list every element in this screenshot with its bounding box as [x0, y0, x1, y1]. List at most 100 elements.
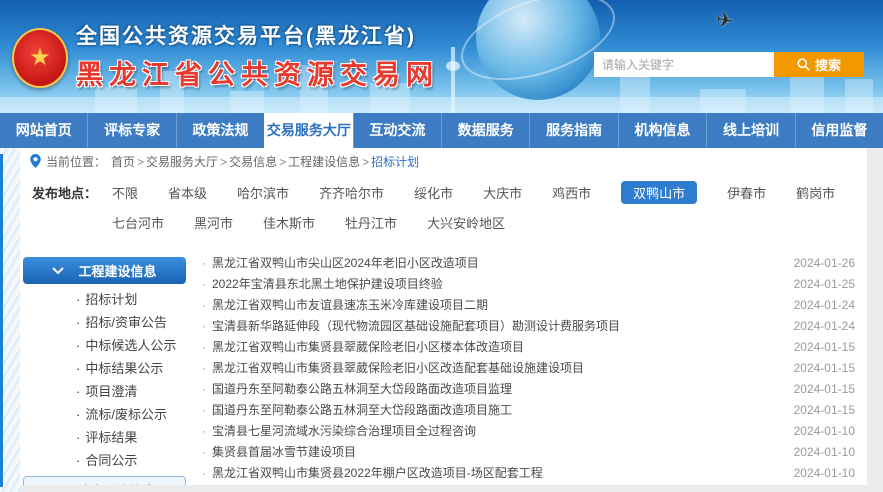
search-input[interactable] — [594, 52, 774, 77]
list-item: ·集贤县首届冰雪节建设项目2024-01-10 — [200, 441, 855, 462]
sidebar-section-construction[interactable]: 工程建设信息 — [23, 257, 186, 284]
breadcrumb-item[interactable]: 工程建设信息 — [288, 155, 360, 169]
nav-item[interactable]: 机构信息 — [618, 113, 706, 148]
nav-item[interactable]: 数据服务 — [441, 113, 529, 148]
list-item-title[interactable]: 黑龙江省双鸭山市集贤县2022年棚户区改造项目-场区配套工程 — [212, 464, 782, 481]
airplane-icon: ✈ — [714, 7, 735, 35]
left-margin-texture — [0, 148, 20, 492]
body-area: 当前位置： 首页>交易服务大厅>交易信息>工程建设信息>招标计划 发布地点： 不… — [0, 148, 883, 492]
sidebar-item[interactable]: ·招标/资审公告 — [76, 315, 196, 330]
sidebar-item-label: 合同公示 — [85, 453, 137, 468]
sidebar: 工程建设信息 ·招标计划 ·招标/资审公告 ·中标候选人公示 ·中标结果公示 · 项目澄清… — [20, 249, 196, 485]
breadcrumb-item[interactable]: 交易信息 — [229, 155, 277, 169]
filter-option[interactable]: 黑河市 — [194, 211, 233, 234]
list-item: ·2024年友谊县财政补助高标准农田建设项目（新建）施工2024-01-09 — [200, 483, 855, 485]
filter-option[interactable]: 省本级 — [168, 181, 207, 204]
list-item-title[interactable]: 国道丹东至阿勒泰公路五林洞至大岱段路面改造项目监理 — [212, 380, 782, 397]
list-item-title[interactable]: 集贤县首届冰雪节建设项目 — [212, 443, 782, 460]
sidebar-item[interactable]: ·中标候选人公示 — [76, 338, 196, 353]
chevron-right-icon: > — [54, 483, 62, 486]
nav-item[interactable]: 互动交流 — [353, 113, 441, 148]
filter-option[interactable]: 哈尔滨市 — [237, 181, 289, 204]
list-item: ·黑龙江省双鸭山市集贤县2022年棚户区改造项目-场区配套工程2024-01-1… — [200, 462, 855, 483]
bullet-icon: · — [76, 384, 80, 399]
bullet-icon: · — [202, 256, 206, 270]
filter-option[interactable]: 绥化市 — [414, 181, 453, 204]
nav-item[interactable]: 网站首页 — [0, 113, 87, 148]
bullet-icon: · — [202, 382, 206, 396]
filter-option[interactable]: 大兴安岭地区 — [427, 211, 505, 234]
list-item-date: 2024-01-25 — [794, 277, 855, 291]
list-item: · 国道丹东至阿勒泰公路五林洞至大岱段路面改造项目监理 2024-01-15 — [200, 378, 855, 399]
list-item-title[interactable]: 黑龙江省双鸭山市集贤县翠葳保险老旧小区改造配套基础设施建设项目 — [212, 359, 782, 376]
search-icon — [797, 58, 810, 71]
list-item-date: 2024-01-15 — [794, 382, 855, 396]
sidebar-item-list: ·招标计划 ·招标/资审公告 ·中标候选人公示 ·中标结果公示 · 项目澄清 ·流标/废标公… — [20, 292, 196, 468]
list-item-title[interactable]: 宝清县七星河流域水污染综合治理项目全过程咨询 — [212, 422, 782, 439]
filter-option[interactable]: 齐齐哈尔市 — [319, 181, 384, 204]
nav-item[interactable]: 交易服务大厅 — [264, 113, 352, 148]
bullet-icon: · — [202, 445, 206, 459]
list-item: ·宝清县新华路延伸段（现代物流园区基础设施配套项目）勘测设计费服务项目2024-… — [200, 315, 855, 336]
sidebar-item[interactable]: ·流标/废标公示 — [76, 407, 196, 422]
list-item-title[interactable]: 宝清县新华路延伸段（现代物流园区基础设施配套项目）勘测设计费服务项目 — [212, 317, 782, 334]
search-bar: 搜索 — [594, 52, 864, 77]
breadcrumb-separator: > — [362, 155, 369, 169]
search-button[interactable]: 搜索 — [774, 52, 864, 77]
filter-option[interactable]: 双鸭山市 — [621, 181, 697, 204]
list-item-title[interactable]: 黑龙江省双鸭山市友谊县速冻玉米冷库建设项目二期 — [212, 296, 782, 313]
filter-label: 发布地点： — [32, 181, 112, 241]
list-item-title[interactable]: 黑龙江省双鸭山市尖山区2024年老旧小区改造项目 — [212, 254, 782, 271]
bullet-icon: · — [202, 361, 206, 375]
filter-option[interactable]: 七台河市 — [112, 211, 164, 234]
breadcrumb-item[interactable]: 招标计划 — [371, 155, 419, 169]
list-item: ·黑龙江省双鸭山市尖山区2024年老旧小区改造项目2024-01-26 — [200, 252, 855, 273]
sidebar-item[interactable]: · 项目澄清 — [76, 384, 196, 399]
breadcrumb-separator: > — [279, 155, 286, 169]
sidebar-item[interactable]: ·中标结果公示 — [76, 361, 196, 376]
bullet-icon: · — [76, 315, 80, 330]
globe-graphic — [476, 0, 600, 100]
list-item-title[interactable]: 2022年宝清县东北黑土地保护建设项目终验 — [212, 275, 782, 292]
filter-row-2: 七台河市 黑河市 佳木斯市 牡丹江市 大兴安岭地区 — [112, 211, 867, 234]
sidebar-item[interactable]: ·合同公示 — [76, 453, 196, 468]
bullet-icon: · — [76, 430, 80, 445]
breadcrumb-item[interactable]: 首页 — [111, 155, 135, 169]
nav-item[interactable]: 评标专家 — [87, 113, 175, 148]
filter-option[interactable]: 鹤岗市 — [796, 181, 835, 204]
filter-options: 不限 省本级 哈尔滨市 齐齐哈尔市 绥化市 大庆市 鸡西市 双鸭山市 伊春市 鹤岗市 七台河市 黑河… — [112, 181, 867, 241]
breadcrumb-item[interactable]: 交易服务大厅 — [146, 155, 218, 169]
list-item: · 黑龙江省双鸭山市集贤县翠葳保险老旧小区改造配套基础设施建设项目 2024-01-… — [200, 357, 855, 378]
left-blue-stripe — [0, 154, 3, 487]
sidebar-item[interactable]: ·评标结果 — [76, 430, 196, 445]
header-banner: ✈ ★ 全国公共资源交易平台(黑龙江省) 黑龙江省公共资源交易网 搜索 — [0, 0, 883, 113]
filter-option[interactable]: 鸡西市 — [552, 181, 591, 204]
breadcrumb-trail: 首页>交易服务大厅>交易信息>工程建设信息>招标计划 — [111, 153, 419, 170]
filter-option[interactable]: 牡丹江市 — [345, 211, 397, 234]
filter-option[interactable]: 大庆市 — [483, 181, 522, 204]
sidebar-section-title: 政府采购信息 — [77, 481, 155, 486]
national-emblem-icon: ★ — [12, 28, 68, 88]
sidebar-item-label: 项目澄清 — [85, 384, 137, 399]
nav-item[interactable]: 服务指南 — [529, 113, 617, 148]
sidebar-item[interactable]: ·招标计划 — [76, 292, 196, 307]
breadcrumb-separator: > — [137, 155, 144, 169]
list-item: ·宝清县七星河流域水污染综合治理项目全过程咨询2024-01-10 — [200, 420, 855, 441]
filter-option[interactable]: 伊春市 — [727, 181, 766, 204]
list-item-date: 2024-01-15 — [794, 361, 855, 375]
list-item-title[interactable]: 黑龙江省双鸭山市集贤县翠葳保险老旧小区楼本体改造项目 — [212, 338, 782, 355]
nav-item[interactable]: 线上培训 — [706, 113, 794, 148]
emblem-star-icon: ★ — [29, 46, 51, 70]
site-title-line2: 黑龙江省公共资源交易网 — [76, 53, 439, 92]
list-item-title[interactable]: 国道丹东至阿勒泰公路五林洞至大岱段路面改造项目施工 — [212, 401, 782, 418]
main-nav: 网站首页评标专家政策法规交易服务大厅互动交流数据服务服务指南机构信息线上培训信用… — [0, 113, 883, 148]
filter-option[interactable]: 佳木斯市 — [263, 211, 315, 234]
main-content: 工程建设信息 ·招标计划 ·招标/资审公告 ·中标候选人公示 ·中标结果公示 · 项目澄清… — [20, 249, 867, 485]
nav-item[interactable]: 信用监督 — [795, 113, 883, 148]
sidebar-section-government-procurement[interactable]: > 政府采购信息 — [23, 476, 186, 485]
filter-option[interactable]: 不限 — [112, 181, 138, 204]
list-item: ·国道丹东至阿勒泰公路五林洞至大岱段路面改造项目施工2024-01-15 — [200, 399, 855, 420]
nav-item[interactable]: 政策法规 — [176, 113, 264, 148]
site-title-line1: 全国公共资源交易平台(黑龙江省) — [76, 20, 439, 50]
list-item-date: 2024-01-10 — [794, 424, 855, 438]
